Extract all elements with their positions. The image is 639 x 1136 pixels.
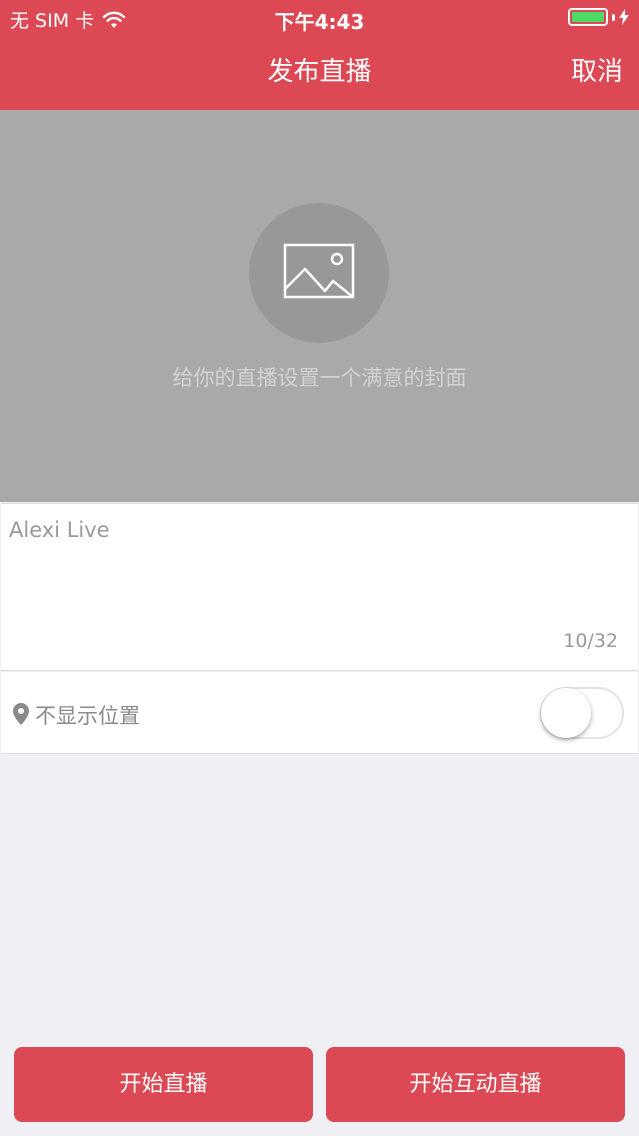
toggle-knob <box>541 688 591 738</box>
location-label: 不显示位置 <box>35 704 140 728</box>
location-toggle[interactable] <box>540 687 624 739</box>
battery-indicator <box>568 8 629 26</box>
location-row: 不显示位置 <box>1 672 638 754</box>
battery-icon <box>568 8 608 26</box>
status-time: 下午4:43 <box>274 10 365 34</box>
bolt-icon <box>619 9 629 25</box>
page-title: 发布直播 <box>267 57 372 87</box>
cover-hint-text: 给你的直播设置一个满意的封面 <box>172 366 467 390</box>
live-title-input[interactable] <box>9 518 609 542</box>
start-live-button[interactable]: 开始直播 <box>14 1047 313 1122</box>
status-bar: 无 SIM 卡 下午4:43 <box>0 0 639 36</box>
cancel-button[interactable]: 取消 <box>571 54 623 90</box>
live-title-box: 10/32 <box>1 503 638 671</box>
character-count: 10/32 <box>563 630 618 652</box>
battery-fill <box>572 12 604 22</box>
start-interactive-live-button[interactable]: 开始互动直播 <box>326 1047 625 1122</box>
cover-icon-circle[interactable] <box>249 203 389 343</box>
cover-picker[interactable]: 给你的直播设置一个满意的封面 <box>0 110 639 502</box>
image-icon <box>283 243 355 299</box>
location-pin-icon <box>13 703 29 725</box>
battery-cap <box>612 13 615 21</box>
nav-header: 无 SIM 卡 下午4:43 发布直播 取消 <box>0 0 639 110</box>
